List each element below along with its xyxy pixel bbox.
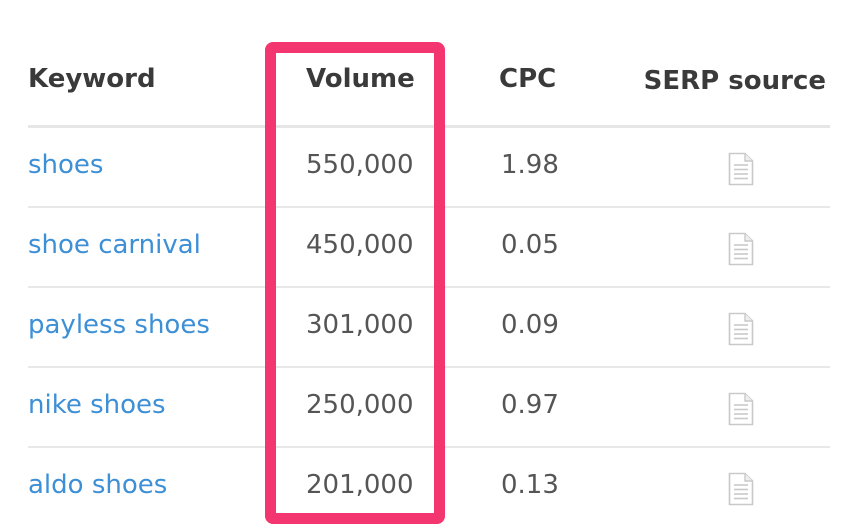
cpc-value: 0.05 (501, 230, 559, 260)
keyword-link[interactable]: nike shoes (28, 390, 166, 420)
volume-value: 450,000 (306, 230, 414, 260)
table-header: Keyword Volume CPC SERP source (28, 0, 830, 128)
keyword-link[interactable]: shoe carnival (28, 230, 201, 260)
table-row: shoes 550,000 1.98 (28, 128, 830, 208)
column-header-cpc[interactable]: CPC (499, 64, 556, 94)
table-row: aldo shoes 201,000 0.13 (28, 448, 830, 528)
table-row: payless shoes 301,000 0.09 (28, 288, 830, 368)
volume-value: 550,000 (306, 150, 414, 180)
table-row: nike shoes 250,000 0.97 (28, 368, 830, 448)
document-icon[interactable] (728, 472, 754, 506)
cpc-value: 0.13 (501, 470, 559, 500)
keyword-link[interactable]: shoes (28, 150, 103, 180)
table-row: shoe carnival 450,000 0.05 (28, 208, 830, 288)
keyword-table: Keyword Volume CPC SERP source shoes 550… (28, 0, 830, 528)
cpc-value: 0.09 (501, 310, 559, 340)
document-icon[interactable] (728, 232, 754, 266)
volume-value: 201,000 (306, 470, 414, 500)
document-icon[interactable] (728, 152, 754, 186)
document-icon[interactable] (728, 312, 754, 346)
column-header-keyword[interactable]: Keyword (28, 64, 156, 94)
document-icon[interactable] (728, 392, 754, 426)
keyword-link[interactable]: aldo shoes (28, 470, 167, 500)
cpc-value: 1.98 (501, 150, 559, 180)
volume-value: 301,000 (306, 310, 414, 340)
keyword-link[interactable]: payless shoes (28, 310, 210, 340)
cpc-value: 0.97 (501, 390, 559, 420)
column-header-volume[interactable]: Volume (306, 64, 415, 94)
column-header-serp-source[interactable]: SERP source (644, 66, 826, 96)
volume-value: 250,000 (306, 390, 414, 420)
